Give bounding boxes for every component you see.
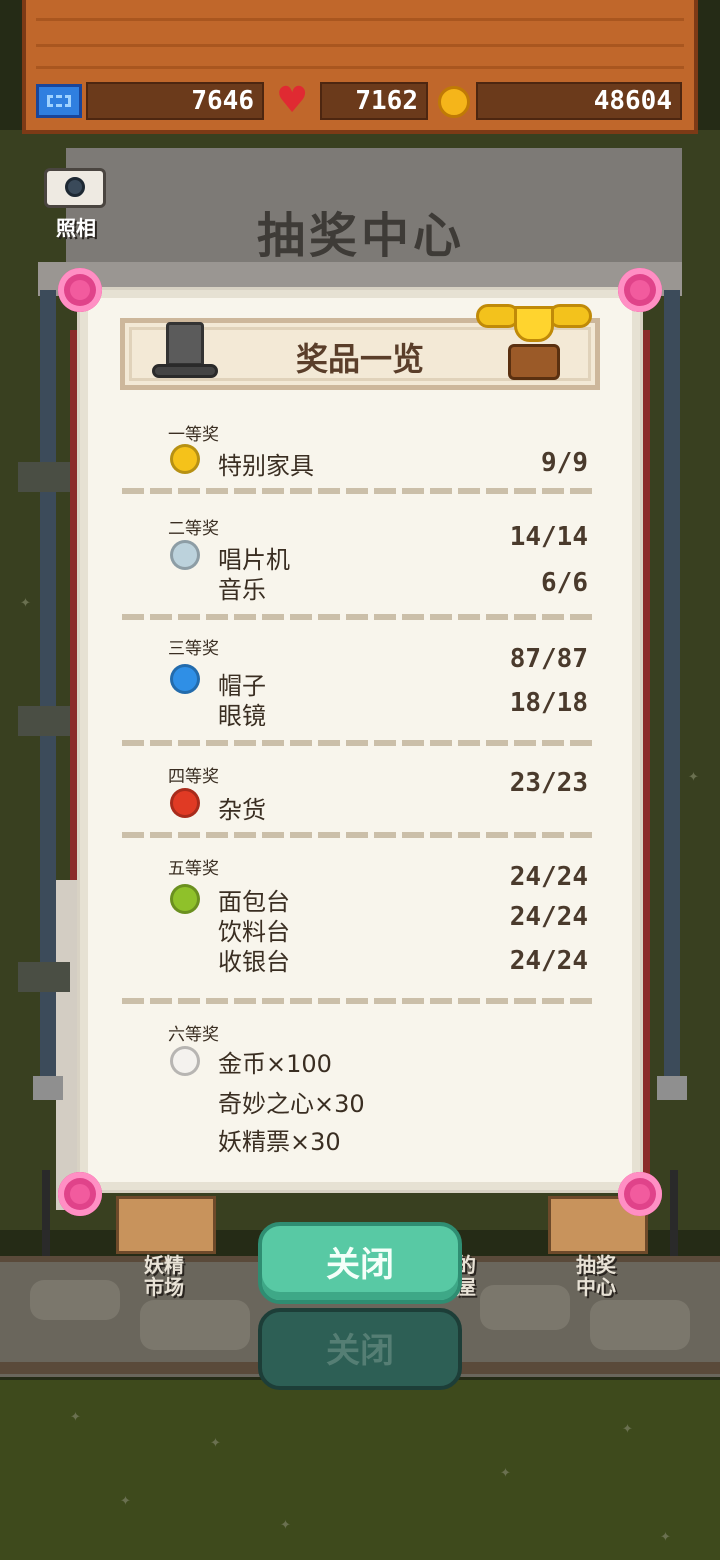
sparkle-icon: ✦ [500, 1466, 511, 1481]
trophy-wing [548, 304, 592, 328]
sparkle-icon: ✦ [210, 1436, 221, 1451]
tier-label: 六等奖 [168, 1025, 219, 1045]
divider [122, 488, 598, 494]
trophy-cup [514, 306, 554, 342]
prize-count: 24/24 [509, 946, 588, 976]
prize-name: 金币×100 [218, 1050, 332, 1078]
tier-label: 一等奖 [168, 425, 219, 445]
flower-corner-icon [618, 1172, 662, 1216]
sparkle-icon: ✦ [280, 1518, 291, 1533]
camera-icon[interactable] [44, 168, 106, 208]
max-tag [18, 706, 70, 736]
sparkle-icon: ✦ [688, 770, 699, 785]
wood-grain [36, 44, 684, 47]
grass-bottom [0, 1380, 720, 1560]
fairy-market-building[interactable] [116, 1196, 216, 1254]
sparkle-icon: ✦ [20, 596, 31, 611]
street-lamp [42, 1170, 50, 1256]
silver-gem-icon [170, 540, 200, 570]
tier-label: 五等奖 [168, 859, 219, 879]
max-tag [18, 462, 70, 492]
gold-gem-icon [170, 444, 200, 474]
wood-grain [36, 18, 684, 21]
prize-name: 妖精票×30 [218, 1128, 341, 1156]
road-stone [30, 1280, 120, 1320]
coin-icon [438, 86, 470, 118]
blue-gem-icon [170, 664, 200, 694]
resource-bar: 7646 ♥ 7162 48604 [36, 82, 686, 122]
prize-count: 23/23 [509, 768, 588, 798]
sparkle-icon: ✦ [70, 1410, 81, 1425]
sparkle-icon: ✦ [660, 1530, 671, 1545]
heart-icon: ♥ [276, 80, 309, 121]
coin-count: 48604 [593, 86, 672, 116]
heart-count: 7162 [355, 86, 418, 116]
prize-name: 收银台 [218, 948, 290, 976]
fairy-ticket-icon [36, 84, 82, 118]
red-gem-icon [170, 788, 200, 818]
prize-name: 音乐 [218, 576, 266, 604]
prize-name: 眼镜 [218, 702, 266, 730]
close-button[interactable]: 关闭 [258, 1222, 462, 1304]
pillar-base [33, 1076, 63, 1100]
pillar [664, 290, 680, 1080]
prize-name: 奇妙之心×30 [218, 1090, 365, 1118]
road-stone [140, 1300, 250, 1350]
prize-count: 87/87 [509, 644, 588, 674]
flower-corner-icon [58, 1172, 102, 1216]
prize-count: 6/6 [541, 568, 588, 598]
street-lamp [670, 1170, 678, 1256]
close-button-shadow: 关闭 [258, 1308, 462, 1390]
camera-label[interactable]: 照相 [46, 212, 106, 241]
ticket-count: 7646 [191, 86, 254, 116]
sparkle-icon: ✦ [120, 1494, 131, 1509]
pillar-base [657, 1076, 687, 1100]
flower-corner-icon [58, 268, 102, 312]
flower-corner-icon [618, 268, 662, 312]
prize-name: 特别家具 [218, 452, 314, 480]
prize-count: 24/24 [509, 862, 588, 892]
divider [122, 832, 598, 838]
tier-label: 二等奖 [168, 519, 219, 539]
divider [122, 740, 598, 746]
prize-name: 杂货 [218, 796, 266, 824]
road-stone [590, 1300, 690, 1350]
trophy-icon [476, 296, 592, 384]
tier-label: 四等奖 [168, 767, 219, 787]
max-tag [18, 962, 70, 992]
tier-label: 三等奖 [168, 639, 219, 659]
trophy-base [508, 344, 560, 380]
prize-count: 24/24 [509, 902, 588, 932]
green-gem-icon [170, 884, 200, 914]
prize-count: 18/18 [509, 688, 588, 718]
prize-count: 9/9 [541, 448, 588, 478]
wood-grain [36, 66, 684, 69]
divider [122, 998, 598, 1004]
building-title: 抽奖中心 [256, 208, 465, 264]
white-gem-icon [170, 1046, 200, 1076]
divider [122, 614, 598, 620]
fairy-market-label[interactable]: 妖精 市场 [124, 1254, 204, 1298]
lottery-center-label[interactable]: 抽奖 中心 [556, 1254, 636, 1298]
prize-count: 14/14 [509, 522, 588, 552]
sparkle-icon: ✦ [622, 1422, 633, 1437]
